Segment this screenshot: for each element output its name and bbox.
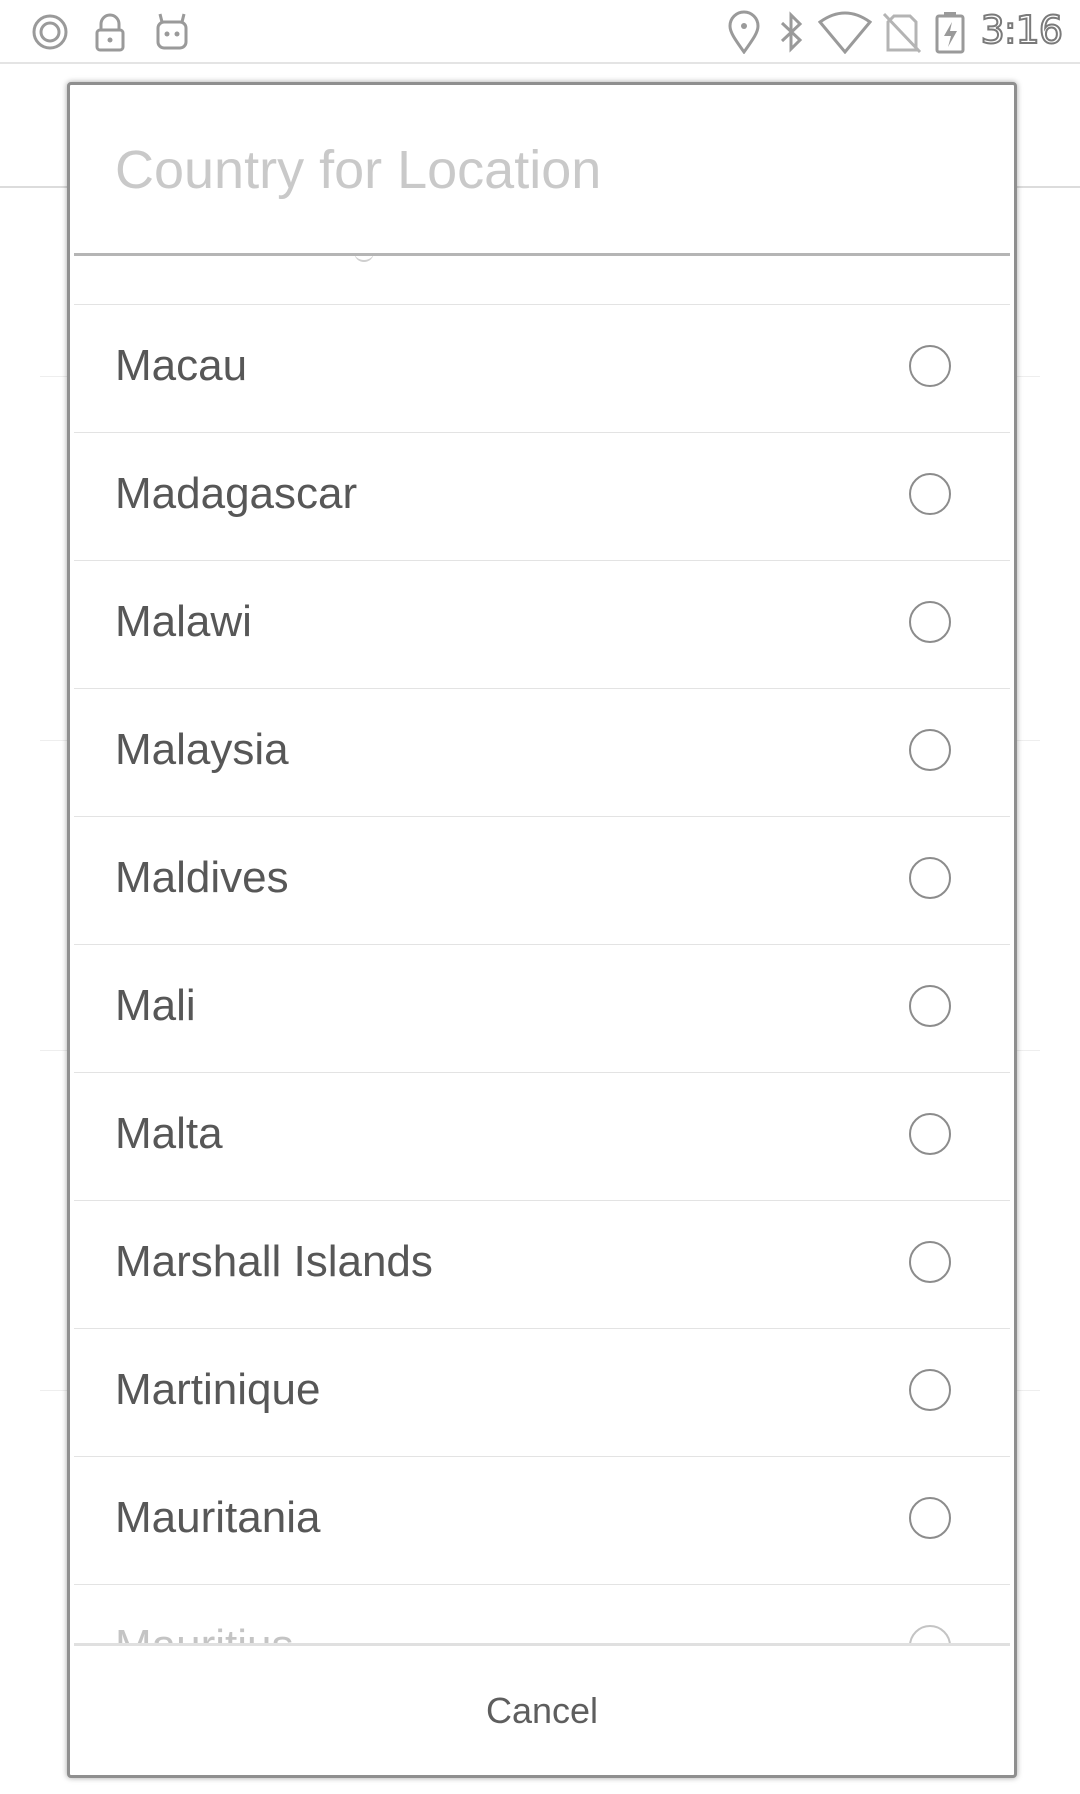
country-label: Martinique [115, 1365, 321, 1414]
country-option[interactable]: Marshall Islands [74, 1201, 1010, 1329]
cancel-button[interactable]: Cancel [74, 1646, 1010, 1775]
radio-button[interactable] [909, 857, 951, 899]
radio-button[interactable] [909, 985, 951, 1027]
list-item-partial [74, 256, 1010, 305]
screen: 3:16 Country for Location Macau Madagasca… [0, 0, 1080, 1794]
country-label: Maldives [115, 853, 289, 902]
country-option[interactable]: Macau [74, 305, 1010, 433]
bluetooth-icon [770, 10, 814, 54]
location-icon [722, 10, 766, 55]
lock-icon [88, 10, 132, 54]
country-dialog: Country for Location Macau Madagascar Mala… [67, 82, 1017, 1778]
country-option[interactable]: Malaysia [74, 689, 1010, 817]
no-sim-icon [880, 10, 924, 54]
country-list-items: Macau Madagascar Malawi Malaysia Maldives Mal… [74, 305, 1010, 1713]
country-label: Madagascar [115, 469, 358, 518]
country-option[interactable]: Malta [74, 1073, 1010, 1201]
country-label: Malta [115, 1109, 223, 1158]
radio-button[interactable] [909, 1241, 951, 1283]
status-bar: 3:16 [0, 0, 1080, 64]
radio-button[interactable] [909, 1497, 951, 1539]
country-label: Mali [115, 981, 196, 1030]
radio-button[interactable] [909, 729, 951, 771]
country-option[interactable]: Malawi [74, 561, 1010, 689]
battery-charging-icon [932, 10, 968, 54]
country-list[interactable]: Macau Madagascar Malawi Malaysia Maldives Mal… [74, 256, 1010, 1731]
country-label: Malawi [115, 597, 252, 646]
dialog-title: Country for Location [115, 140, 602, 200]
country-label: Mauritania [115, 1493, 321, 1542]
radio-button[interactable] [909, 1369, 951, 1411]
country-label: Macau [115, 341, 248, 390]
country-option[interactable]: Madagascar [74, 433, 1010, 561]
dialog-actions: Cancel [74, 1643, 1010, 1775]
radio-button[interactable] [909, 1113, 951, 1155]
radio-button[interactable] [909, 345, 951, 387]
country-label: Marshall Islands [115, 1237, 433, 1286]
country-option[interactable]: Mali [74, 945, 1010, 1073]
country-option[interactable]: Martinique [74, 1329, 1010, 1457]
radio-button[interactable] [909, 601, 951, 643]
country-option[interactable]: Mauritania [74, 1457, 1010, 1585]
country-option[interactable]: Maldives [74, 817, 1010, 945]
android-icon [150, 10, 194, 54]
clock: 3:16 [980, 7, 1064, 53]
radio-button[interactable] [909, 473, 951, 515]
circle-icon [28, 10, 72, 54]
country-label: Malaysia [115, 725, 289, 774]
wifi-icon [817, 10, 873, 55]
